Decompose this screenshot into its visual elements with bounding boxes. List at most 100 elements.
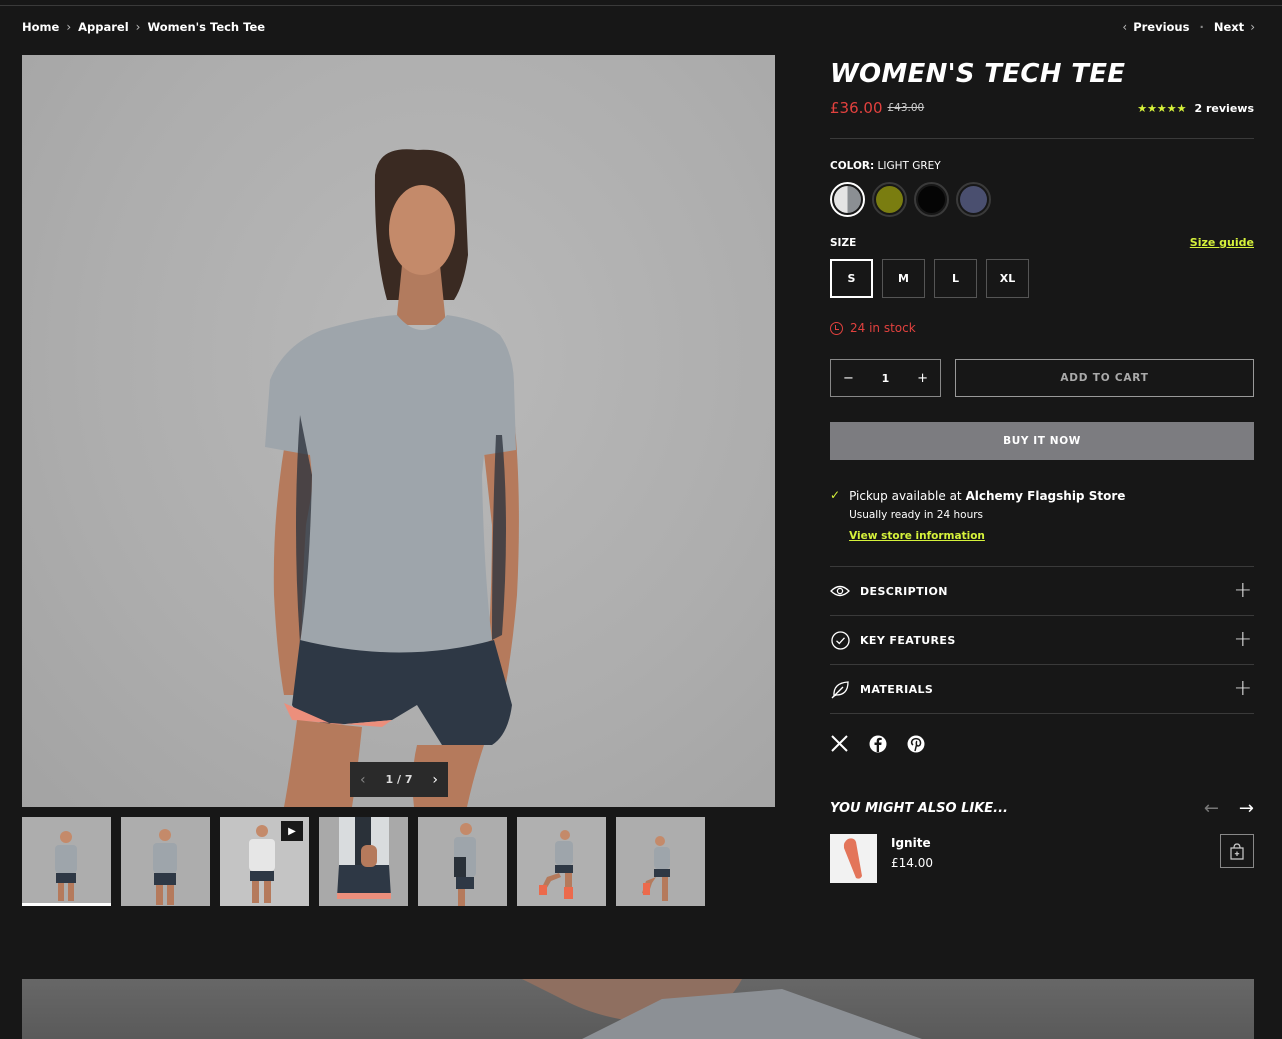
clock-icon [830,321,843,335]
recommended-product[interactable]: Ignite £14.00 [830,834,1254,883]
plus-icon: + [1233,676,1252,701]
gallery-counter-text: 1 / 7 [385,773,413,786]
buy-it-now-button[interactable]: BUY IT NOW [830,422,1254,460]
thumbnail-2[interactable] [121,817,210,906]
thumbnail-3-video[interactable]: ▶ [220,817,309,906]
swatch-navy[interactable] [956,182,991,217]
recommended-product-image[interactable] [830,834,877,883]
accordion-label: KEY FEATURES [860,633,956,647]
compare-price: £43.00 [887,102,925,114]
color-label: COLOR: LIGHT GREY [830,160,1254,172]
breadcrumb-separator: › [135,20,141,34]
top-divider [0,5,1282,6]
quantity-increase-button[interactable]: + [917,371,928,386]
pickup-info: ✓ Pickup available at Alchemy Flagship S… [830,488,1254,542]
breadcrumb-apparel[interactable]: Apparel [78,20,129,34]
cart-row: − 1 + ADD TO CART [830,359,1254,397]
pickup-prefix: Pickup available at [849,489,966,503]
breadcrumb-home[interactable]: Home [22,20,59,34]
divider [830,138,1254,139]
swatch-fill [918,186,945,213]
size-option-xl[interactable]: XL [986,259,1029,298]
quantity-input[interactable]: 1 [882,372,890,385]
quantity-decrease-button[interactable]: − [843,371,854,386]
breadcrumb-current: Women's Tech Tee [147,20,266,34]
pinterest-icon[interactable] [906,734,925,753]
swatch-fill [960,186,987,213]
pager-dot: · [1199,20,1204,34]
sale-price: £36.00 [830,99,883,117]
recommended-product-info: Ignite £14.00 [891,836,933,870]
social-share [830,734,1254,753]
thumbnail-7[interactable] [616,817,705,906]
size-label: SIZE [830,236,857,249]
arrow-right-icon[interactable]: → [1239,798,1254,819]
check-icon: ✓ [830,488,841,502]
thumbnail-4[interactable] [319,817,408,906]
recommendations-title: YOU MIGHT ALSO LIKE... [830,801,1008,816]
accordion-label: MATERIALS [860,682,934,696]
gallery-prev-icon[interactable]: ‹ [360,772,366,788]
bottom-banner-image [22,979,1254,1039]
size-guide-link[interactable]: Size guide [1190,236,1254,249]
accordion: DESCRIPTION + KEY FEATURES + MATERIALS + [830,566,1254,714]
next-link[interactable]: Next [1214,20,1244,34]
swatch-light-grey[interactable] [830,182,865,217]
accordion-key-features[interactable]: KEY FEATURES + [830,616,1254,665]
thumbnail-5[interactable] [418,817,507,906]
swatch-fill [834,186,861,213]
gallery-counter: ‹ 1 / 7 › [350,762,448,797]
accordion-description[interactable]: DESCRIPTION + [830,567,1254,616]
gallery-next-icon[interactable]: › [432,772,438,788]
stock-text: 24 in stock [850,321,916,335]
recommended-product-name[interactable]: Ignite [891,836,933,850]
breadcrumb: Home › Apparel › Women's Tech Tee [22,20,265,34]
price-row: £36.00 £43.00 ★★★★★ 2 reviews [830,99,1254,117]
quick-add-bag-icon[interactable] [1220,834,1254,868]
thumbnail-1[interactable] [22,817,111,906]
swatch-fill [876,186,903,213]
color-selected-value: LIGHT GREY [877,160,941,172]
pickup-text: Pickup available at Alchemy Flagship Sto… [849,489,1125,542]
swatch-black[interactable] [914,182,949,217]
previous-link[interactable]: Previous [1133,20,1189,34]
arrow-left-icon[interactable]: ← [1204,798,1219,819]
chevron-left-icon: ‹ [1122,20,1128,34]
view-store-link[interactable]: View store information [849,530,1125,542]
breadcrumb-separator: › [66,20,72,34]
leaf-icon [830,679,850,699]
plus-icon: + [1233,627,1252,652]
stock-status: 24 in stock [830,321,1254,335]
recommendations-header: YOU MIGHT ALSO LIKE... ← → [830,798,1254,819]
check-circle-icon [830,630,850,650]
add-to-cart-button[interactable]: ADD TO CART [955,359,1254,397]
accordion-label: DESCRIPTION [860,584,948,598]
main-product-image[interactable] [22,55,775,807]
product-info-panel: WOMEN'S TECH TEE £36.00 £43.00 ★★★★★ 2 r… [830,55,1254,883]
chevron-right-icon: › [1250,20,1255,34]
pickup-ready: Usually ready in 24 hours [849,509,984,521]
pickup-store: Alchemy Flagship Store [965,489,1126,503]
model-photo [265,149,519,807]
rating-stars-icon: ★★★★★ [1137,101,1187,115]
eye-icon [830,581,850,601]
product-title: WOMEN'S TECH TEE [830,59,1126,89]
accordion-materials[interactable]: MATERIALS + [830,665,1254,714]
size-option-m[interactable]: M [882,259,925,298]
color-swatches [830,182,1254,217]
size-options: S M L XL [830,259,1254,298]
thumbnail-6[interactable] [517,817,606,906]
size-option-l[interactable]: L [934,259,977,298]
pickup-line: Pickup available at Alchemy Flagship Sto… [849,489,1125,503]
plus-icon: + [1233,578,1252,603]
thumbnail-strip: ▶ [22,817,705,906]
size-option-s[interactable]: S [830,259,873,298]
facebook-icon[interactable] [868,734,887,753]
swatch-olive[interactable] [872,182,907,217]
quantity-stepper: − 1 + [830,359,941,397]
recommendations-nav: ← → [1204,798,1254,819]
play-icon: ▶ [281,821,303,841]
reviews-link[interactable]: 2 reviews [1195,102,1254,115]
product-pager: ‹ Previous · Next › [1122,20,1255,34]
x-icon[interactable] [830,734,849,753]
